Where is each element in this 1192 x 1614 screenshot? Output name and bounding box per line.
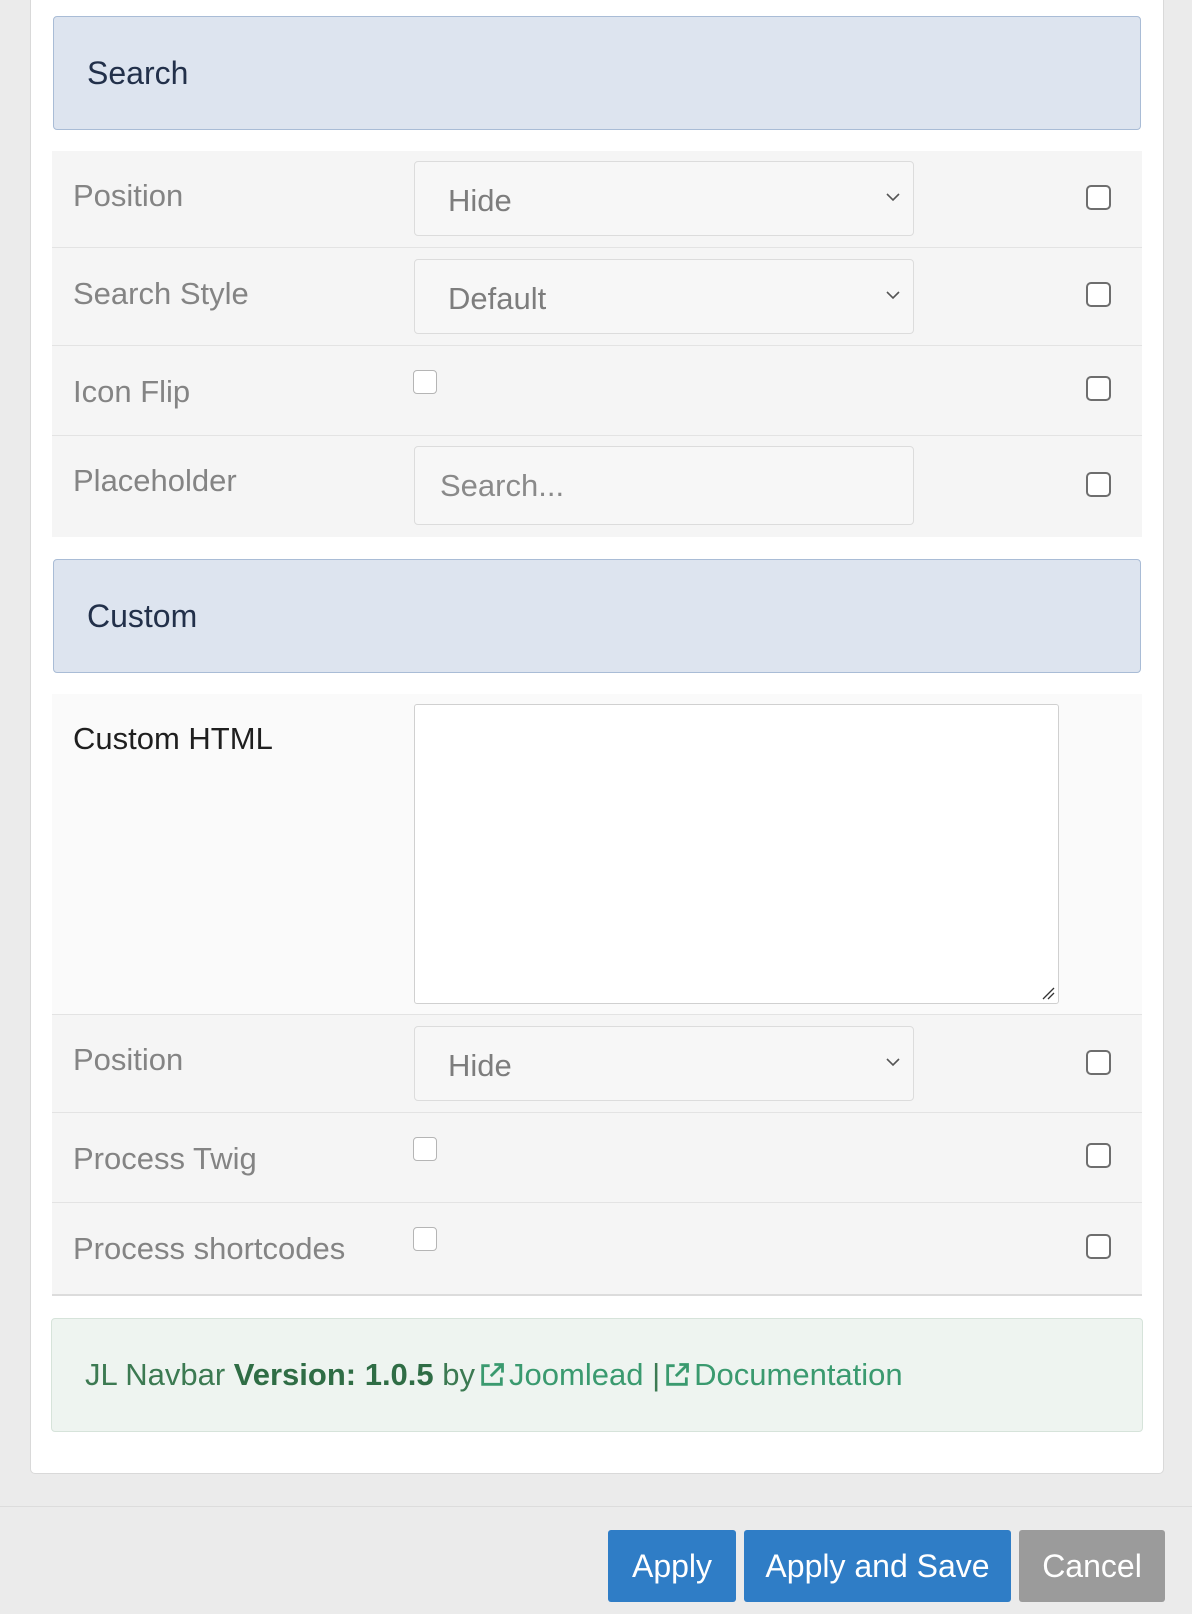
custom-position-row: Position Hide [52, 1015, 1142, 1113]
search-position-select[interactable]: Hide [414, 161, 914, 236]
process-shortcodes-row: Process shortcodes [52, 1203, 1142, 1294]
placeholder-override-checkbox[interactable] [1086, 472, 1111, 497]
custom-position-label: Position [73, 1042, 184, 1077]
chevron-down-icon [886, 193, 900, 202]
custom-section-title: Custom [87, 598, 198, 634]
custom-html-row: Custom HTML [52, 694, 1142, 1015]
search-style-row: Search Style Default [52, 248, 1142, 346]
search-section-title: Search [87, 55, 189, 91]
product-name: JL Navbar [85, 1357, 226, 1392]
search-style-override-checkbox[interactable] [1086, 282, 1111, 307]
search-style-select[interactable]: Default [414, 259, 914, 334]
search-position-override-checkbox[interactable] [1086, 185, 1111, 210]
chevron-down-icon [886, 1058, 900, 1067]
search-position-label: Position [73, 178, 184, 213]
search-section-header[interactable]: Search [53, 16, 1141, 130]
cancel-button[interactable]: Cancel [1019, 1530, 1165, 1602]
custom-section-header[interactable]: Custom [53, 559, 1141, 673]
custom-html-label: Custom HTML [73, 721, 273, 756]
custom-position-select[interactable]: Hide [414, 1026, 914, 1101]
process-twig-checkbox[interactable] [413, 1137, 437, 1161]
link-separator: | [652, 1357, 661, 1392]
apply-and-save-button[interactable]: Apply and Save [744, 1530, 1011, 1602]
search-style-value: Default [448, 281, 547, 316]
icon-flip-row: Icon Flip [52, 346, 1142, 436]
search-settings-grid: Position Hide Search Style Default Icon … [52, 151, 1142, 537]
process-shortcodes-checkbox[interactable] [413, 1227, 437, 1251]
process-twig-override-checkbox[interactable] [1086, 1143, 1111, 1168]
action-bar: Apply Apply and Save Cancel [0, 1506, 1192, 1614]
by-text: by [442, 1357, 476, 1392]
process-shortcodes-override-checkbox[interactable] [1086, 1234, 1111, 1259]
search-position-row: Position Hide [52, 151, 1142, 248]
icon-flip-checkbox[interactable] [413, 370, 437, 394]
external-link-icon [481, 1363, 504, 1386]
custom-position-override-checkbox[interactable] [1086, 1050, 1111, 1075]
icon-flip-override-checkbox[interactable] [1086, 376, 1111, 401]
process-shortcodes-label: Process shortcodes [73, 1231, 346, 1266]
placeholder-input[interactable] [414, 446, 914, 525]
version-info-text: JL Navbar Version: 1.0.5 by Joomlead | Doc… [85, 1357, 903, 1393]
placeholder-row: Placeholder [52, 436, 1142, 537]
custom-html-textarea[interactable] [414, 704, 1059, 1004]
chevron-down-icon [886, 291, 900, 300]
search-position-value: Hide [448, 183, 512, 218]
process-twig-row: Process Twig [52, 1113, 1142, 1203]
external-link-icon [666, 1363, 690, 1386]
placeholder-label: Placeholder [73, 463, 237, 498]
custom-position-value: Hide [448, 1048, 512, 1083]
documentation-link[interactable]: Documentation [694, 1357, 903, 1392]
version-info-box: JL Navbar Version: 1.0.5 by Joomlead | Doc… [51, 1318, 1143, 1432]
apply-button[interactable]: Apply [608, 1530, 736, 1602]
search-style-label: Search Style [73, 276, 249, 311]
resize-grip-icon[interactable] [1039, 984, 1055, 1000]
icon-flip-label: Icon Flip [73, 374, 191, 409]
joomlead-link[interactable]: Joomlead [509, 1357, 643, 1392]
version-label: Version: 1.0.5 [233, 1357, 434, 1392]
custom-settings-grid: Custom HTML Position Hide Process Twig P… [52, 694, 1142, 1296]
process-twig-label: Process Twig [73, 1141, 257, 1176]
